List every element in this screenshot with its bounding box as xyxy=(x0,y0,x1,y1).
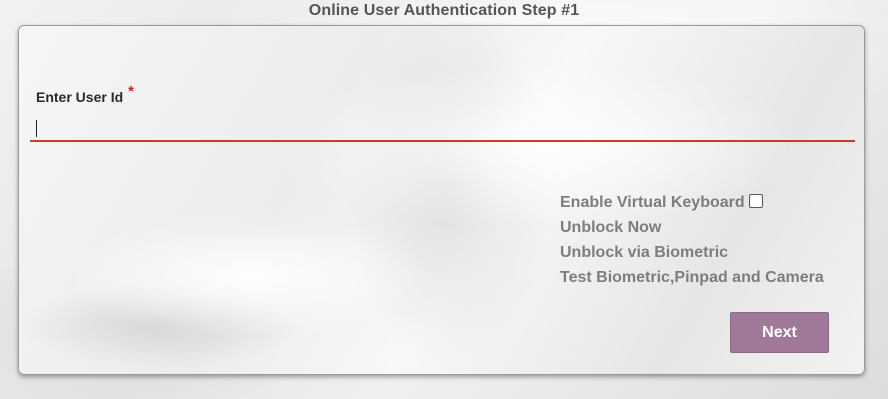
user-id-input[interactable] xyxy=(30,114,855,142)
virtual-keyboard-label[interactable]: Enable Virtual Keyboard xyxy=(560,190,745,215)
required-marker: * xyxy=(128,83,134,100)
text-cursor xyxy=(36,120,37,137)
user-id-label: Enter User Id * xyxy=(36,83,134,106)
user-id-label-text: Enter User Id xyxy=(36,89,124,105)
virtual-keyboard-checkbox[interactable] xyxy=(748,193,763,208)
virtual-keyboard-option[interactable]: Enable Virtual Keyboard xyxy=(560,190,824,215)
next-button[interactable]: Next xyxy=(730,312,829,353)
page-background: Online User Authentication Step #1 Enter… xyxy=(0,0,888,399)
login-card: Enter User Id * Enable Virtual Keyboard U… xyxy=(18,25,865,375)
test-devices-link[interactable]: Test Biometric,Pinpad and Camera xyxy=(560,265,824,290)
unblock-biometric-link[interactable]: Unblock via Biometric xyxy=(560,240,824,265)
unblock-now-link[interactable]: Unblock Now xyxy=(560,215,824,240)
page-title: Online User Authentication Step #1 xyxy=(308,2,580,19)
options-list: Enable Virtual Keyboard Unblock Now Unbl… xyxy=(560,190,824,290)
